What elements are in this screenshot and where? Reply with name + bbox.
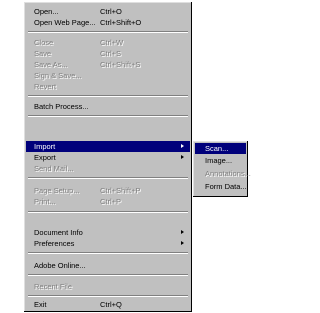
menu-item-save-as: Save As... Ctrl+Shift+S: [26, 59, 190, 70]
menu-item-shortcut: Ctrl+Shift+S: [100, 60, 141, 69]
submenu-item-annotations: Annotations...: [195, 168, 251, 179]
submenu-item-image[interactable]: Image...: [195, 155, 246, 166]
menu-item-preferences[interactable]: Preferences: [26, 238, 190, 249]
menu-item-label: Print...: [34, 197, 56, 206]
menu-item-recent-file: Recent File: [26, 281, 190, 292]
menu-item-label: Preferences: [34, 239, 75, 248]
chevron-right-icon: [181, 155, 184, 159]
submenu-item-label: Annotations...: [205, 169, 251, 178]
menu-item-import[interactable]: Import: [26, 141, 190, 152]
file-menu: Open... Ctrl+O Open Web Page... Ctrl+Shi…: [24, 2, 192, 312]
menu-item-label: Open...: [34, 7, 59, 16]
submenu-item-label: Image...: [205, 156, 233, 165]
menu-item-save: Save Ctrl+S: [26, 48, 190, 59]
submenu-item-form-data[interactable]: Form Data...: [195, 181, 247, 192]
menu-item-label: Exit: [34, 300, 47, 309]
menu-separator: [28, 295, 188, 297]
menu-item-label: Batch Process...: [34, 102, 89, 111]
menu-item-shortcut: Ctrl+W: [100, 38, 124, 47]
import-submenu: Scan... Image... Annotations... Form Dat…: [193, 141, 251, 197]
menu-item-label: Adobe Online...: [34, 261, 86, 270]
menu-item-batch-process[interactable]: Batch Process...: [26, 101, 190, 112]
menu-item-label: Document Info: [34, 228, 83, 237]
menu-item-label: Save As...: [34, 60, 68, 69]
menu-item-exit[interactable]: Exit Ctrl+Q: [26, 299, 190, 310]
menu-separator: [28, 115, 188, 117]
chevron-right-icon: [181, 230, 184, 234]
menu-item-label: Close: [34, 38, 54, 47]
menu-item-open[interactable]: Open... Ctrl+O: [26, 6, 190, 17]
menu-item-revert: Revert: [26, 81, 190, 92]
submenu-item-scan[interactable]: Scan...: [195, 143, 246, 154]
menu-item-label: Open Web Page...: [34, 18, 96, 27]
menu-separator: [28, 177, 188, 179]
menu-item-close: Close Ctrl+W: [26, 37, 190, 48]
menu-item-label: Export: [34, 153, 56, 162]
menu-item-shortcut: Ctrl+Shift+P: [100, 186, 141, 195]
menu-item-send-mail: Send Mail...: [26, 163, 190, 174]
menu-item-print: Print... Ctrl+P: [26, 196, 190, 207]
menu-item-shortcut: Ctrl+P: [100, 197, 122, 206]
menu-item-label: Import: [34, 142, 56, 151]
menu-item-shortcut: Ctrl+Shift+O: [100, 18, 142, 27]
menu-item-label: Page Setup...: [34, 186, 80, 195]
menu-item-adobe-online[interactable]: Adobe Online...: [26, 260, 190, 271]
menu-item-label: Save: [34, 49, 52, 58]
submenu-item-label: Form Data...: [205, 182, 247, 191]
menu-separator: [28, 274, 188, 276]
menu-item-export[interactable]: Export: [26, 152, 190, 163]
menu-separator: [28, 211, 188, 213]
menu-item-document-info[interactable]: Document Info: [26, 227, 190, 238]
menu-item-label: Sign & Save...: [34, 71, 82, 80]
menu-item-shortcut: Ctrl+Q: [100, 300, 122, 309]
submenu-item-label: Scan...: [205, 144, 229, 153]
menu-separator: [28, 31, 188, 33]
menu-item-shortcut: Ctrl+S: [100, 49, 122, 58]
chevron-right-icon: [181, 144, 184, 148]
menu-item-label: Send Mail...: [34, 164, 74, 173]
menu-item-label: Recent File: [34, 282, 72, 291]
menu-separator: [28, 252, 188, 254]
menu-item-page-setup: Page Setup... Ctrl+Shift+P: [26, 185, 190, 196]
menu-item-shortcut: Ctrl+O: [100, 7, 122, 16]
chevron-right-icon: [181, 241, 184, 245]
menu-item-sign-and-save: Sign & Save...: [26, 70, 190, 81]
menu-separator: [28, 95, 188, 97]
menu-item-label: Revert: [34, 82, 57, 91]
menu-item-open-web-page[interactable]: Open Web Page... Ctrl+Shift+O: [26, 17, 190, 28]
